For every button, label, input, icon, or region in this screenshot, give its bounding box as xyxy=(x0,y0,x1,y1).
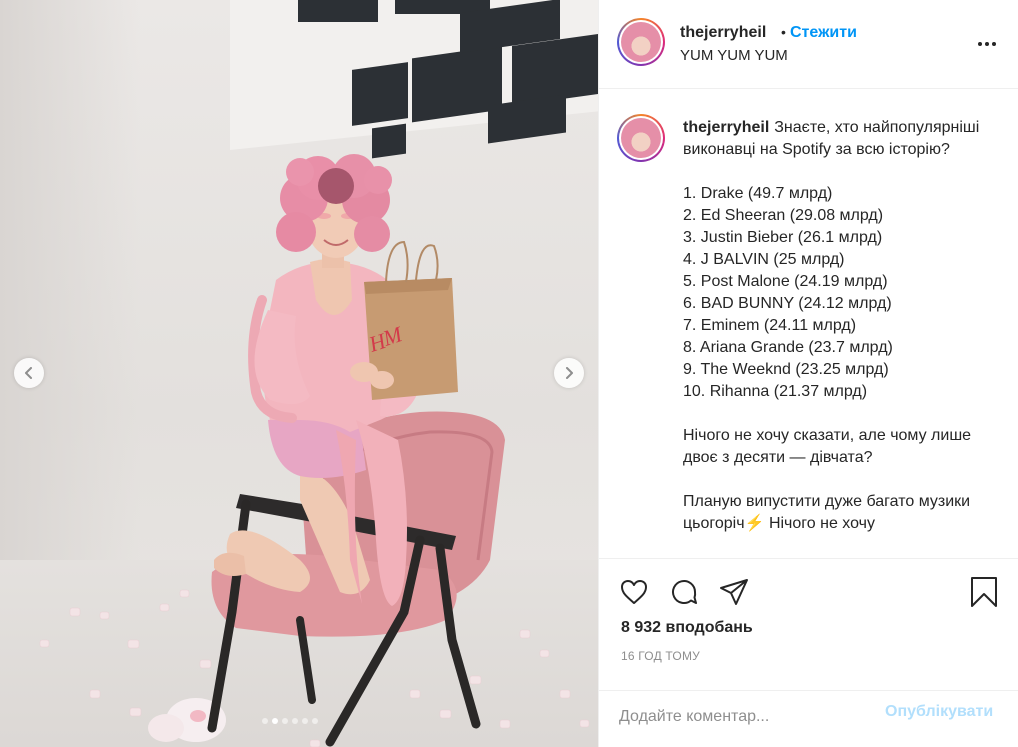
post-header: thejerryheil • Стежити YUM YUM YUM xyxy=(599,0,1018,89)
caption-text-line: 4. J BALVIN (25 млрд) xyxy=(683,251,845,268)
post-actions: 8 932 вподобань 16 ГОД ТОМУ xyxy=(599,558,1018,696)
bookmark-icon[interactable] xyxy=(967,575,1001,609)
publish-comment-button[interactable]: Опублікувати xyxy=(885,703,993,721)
add-comment-bar: Опублікувати xyxy=(599,690,1018,747)
comment-input[interactable] xyxy=(619,703,869,731)
caption-text-line: 9. The Weeknd (23.25 млрд) xyxy=(683,361,889,378)
author-username-link[interactable]: thejerryheil xyxy=(680,24,766,42)
comment-icon[interactable] xyxy=(667,575,701,609)
photo-scene: H M xyxy=(39,154,590,747)
likes-count[interactable]: 8 932 вподобань xyxy=(621,619,753,637)
caption-text-line: Нічого не хочу сказати, але чому лише дв… xyxy=(683,427,972,466)
caption-text-line: 6. BAD BUNNY (24.12 млрд) xyxy=(683,295,892,312)
caption-author-avatar[interactable] xyxy=(617,114,665,162)
location-link[interactable]: YUM YUM YUM xyxy=(680,47,788,64)
carousel-dot xyxy=(312,718,318,724)
caption-text-line: 2. Ed Sheeran (29.08 млрд) xyxy=(683,207,884,224)
post-side-panel: thejerryheil • Стежити YUM YUM YUM theje… xyxy=(598,0,1018,747)
caption-text-line: 10. Rihanna (21.37 млрд) xyxy=(683,383,868,400)
carousel-dot xyxy=(272,718,278,724)
carousel-indicator xyxy=(262,718,318,724)
chevron-right-icon xyxy=(566,367,573,379)
caption-text-line: Планую випустити дуже багато музики цьог… xyxy=(683,493,971,532)
carousel-dot xyxy=(292,718,298,724)
post-photo[interactable]: H M xyxy=(0,0,598,747)
comments-section[interactable]: thejerryheil Знаєте, хто найпопулярніші в… xyxy=(599,90,1018,558)
caption-text-line: 5. Post Malone (24.19 млрд) xyxy=(683,273,888,290)
share-icon[interactable] xyxy=(717,575,751,609)
carousel-next-button[interactable] xyxy=(554,358,584,388)
separator-dot: • xyxy=(781,24,786,40)
caption-text-line: 1. Drake (49.7 млрд) xyxy=(683,185,833,202)
heart-icon[interactable] xyxy=(617,575,651,609)
carousel-dot xyxy=(262,718,268,724)
carousel-dot xyxy=(302,718,308,724)
author-avatar[interactable] xyxy=(617,18,665,66)
post-caption: thejerryheil Знаєте, хто найпопулярніші в… xyxy=(683,117,1001,535)
post-timestamp[interactable]: 16 ГОД ТОМУ xyxy=(621,649,700,663)
chevron-left-icon xyxy=(25,367,32,379)
follow-button[interactable]: Стежити xyxy=(790,24,857,42)
caption-text-line: 3. Justin Bieber (26.1 млрд) xyxy=(683,229,883,246)
carousel-prev-button[interactable] xyxy=(14,358,44,388)
more-options-icon[interactable] xyxy=(975,32,999,56)
caption-text-line: 7. Eminem (24.11 млрд) xyxy=(683,317,857,334)
carousel-dot xyxy=(282,718,288,724)
caption-text-line: 8. Ariana Grande (23.7 млрд) xyxy=(683,339,893,356)
caption-username-link[interactable]: thejerryheil xyxy=(683,119,769,136)
